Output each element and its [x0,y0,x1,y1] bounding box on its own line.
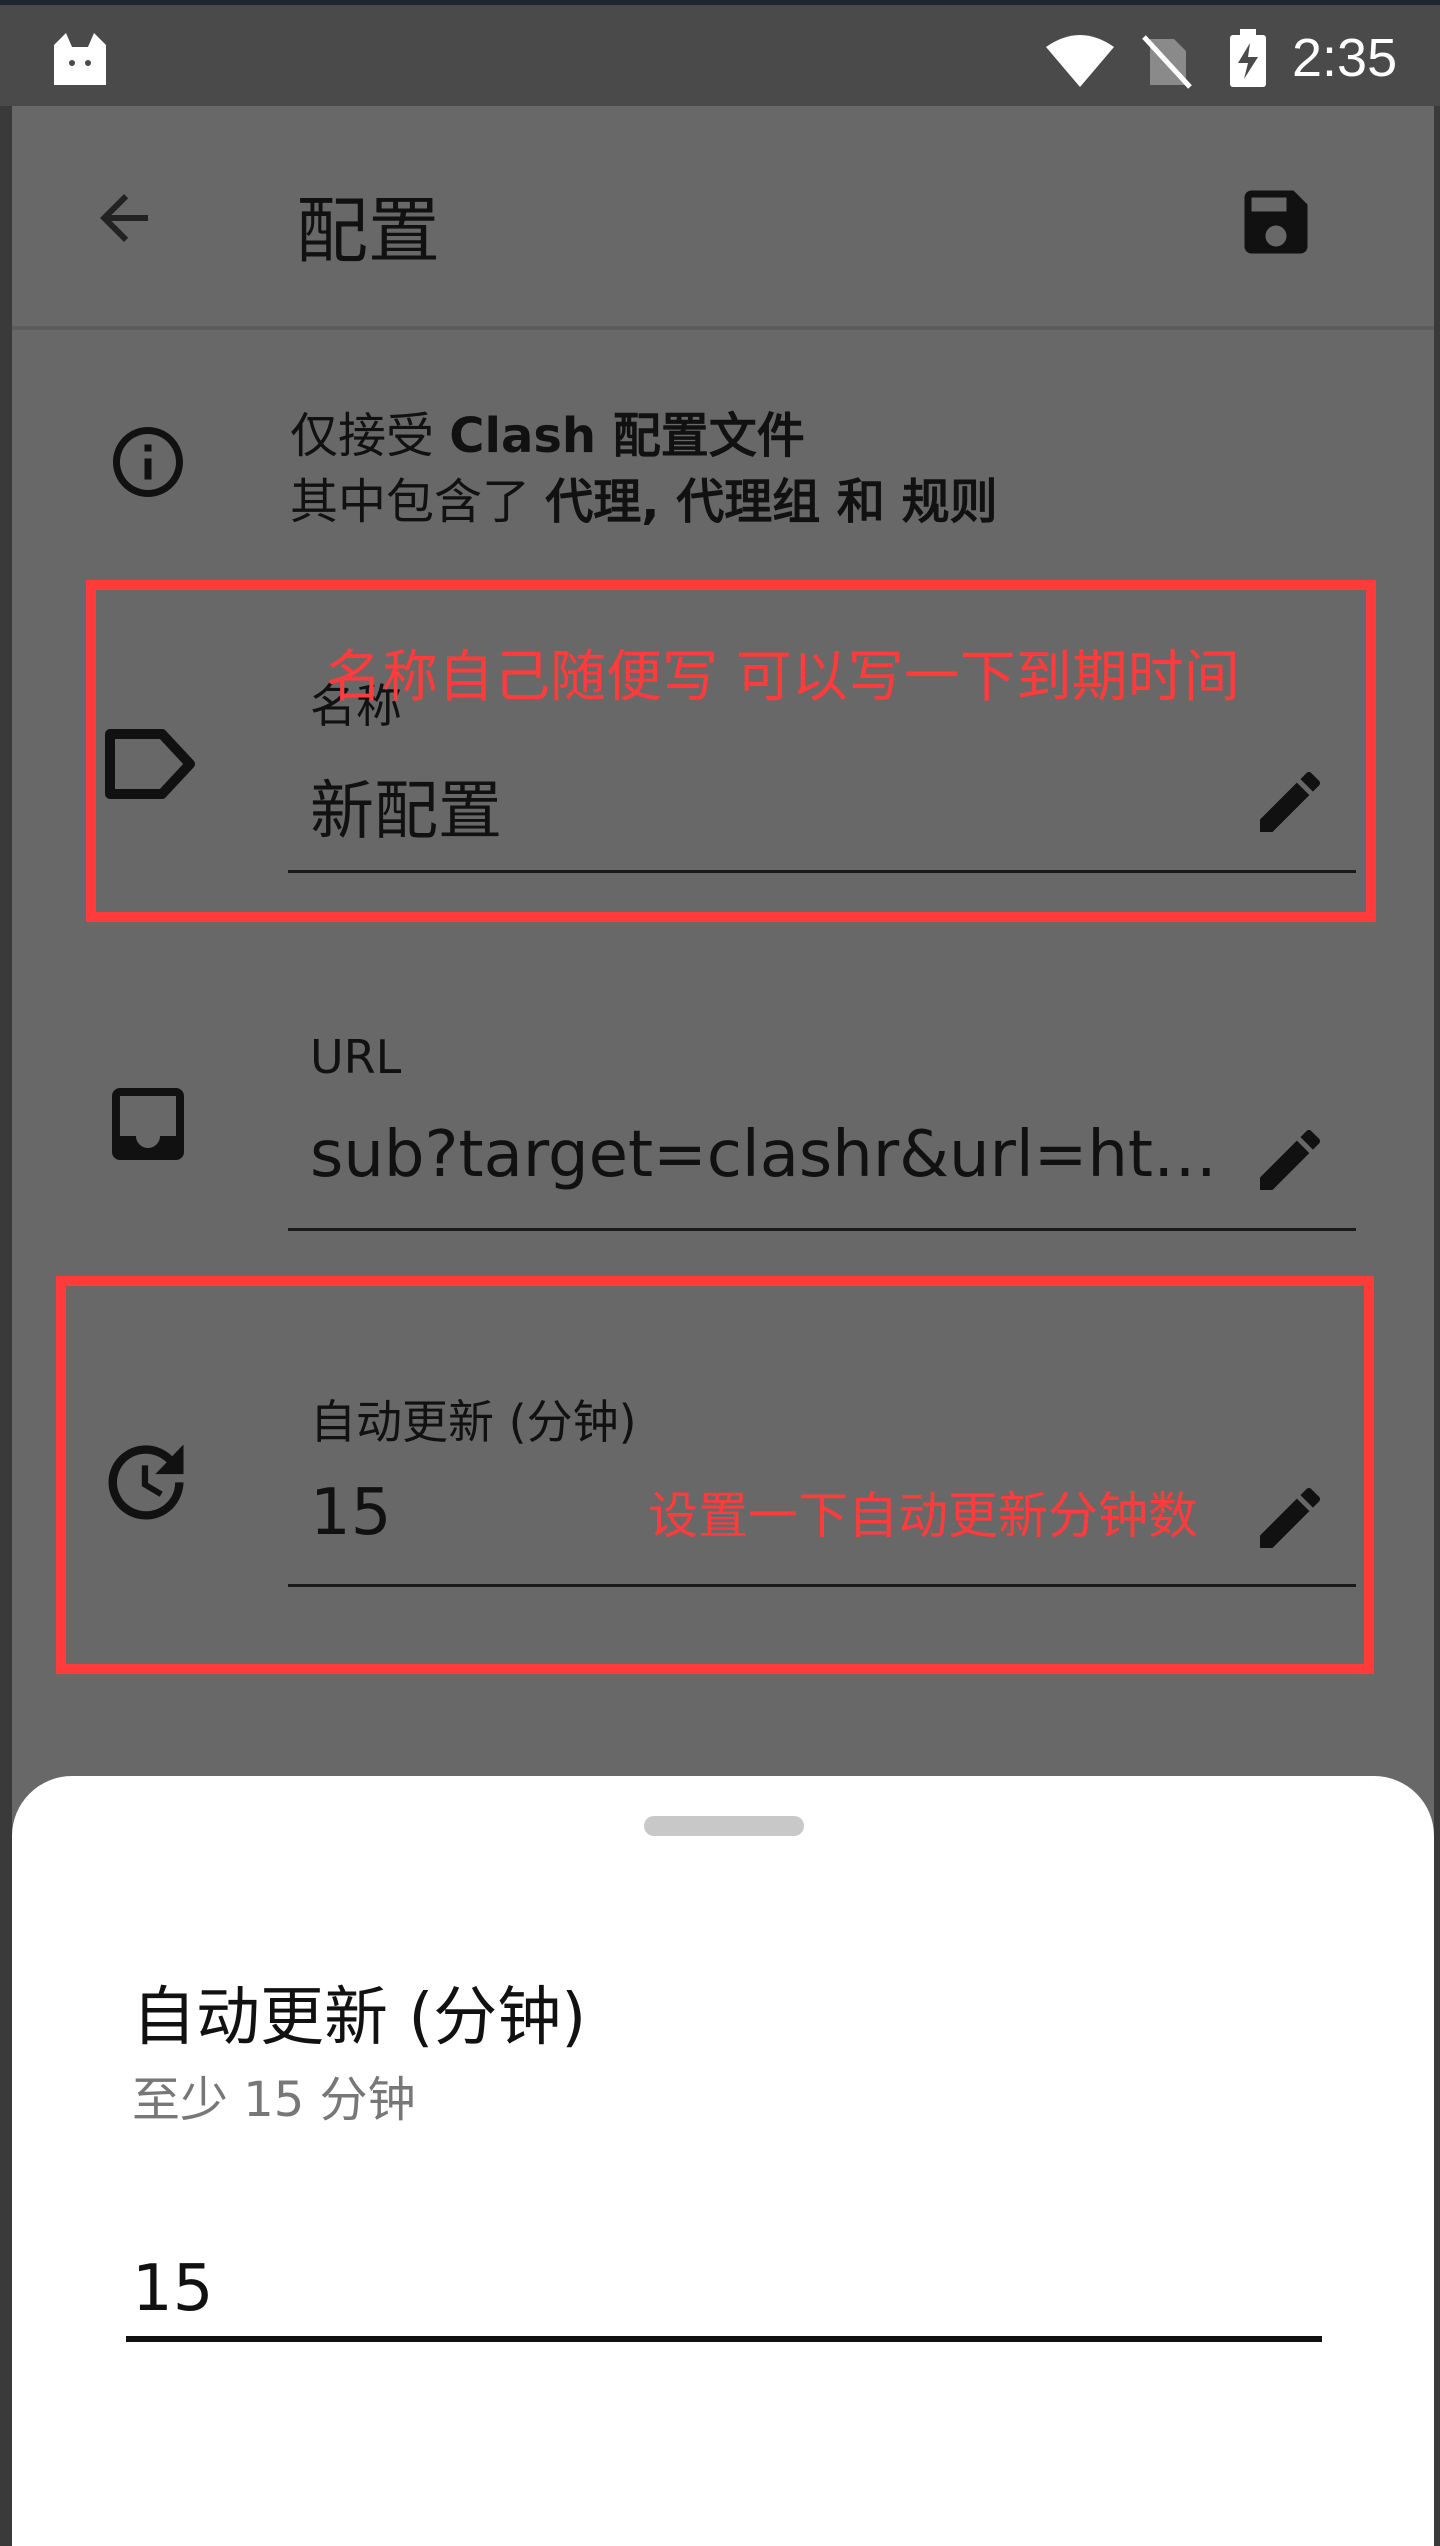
annotation-update-note: 设置一下自动更新分钟数 [648,1487,1198,1545]
annotation-box-update [56,1276,1374,1674]
url-field-label: URL [310,1030,402,1084]
info-text-line-2: 其中包含了 代理, 代理组 和 规则 [290,474,998,530]
cat-app-icon [54,33,106,85]
url-field-value[interactable]: sub?target=clashr&url=http… [310,1118,1230,1192]
page-title: 配置 [296,189,441,273]
screen: 2:35 配置 仅接受 Clash 配置文件 其中包含了 代理, 代理组 和 规… [0,0,1440,2546]
no-sim-icon [1142,35,1192,89]
annotation-name-note: 名称自己随便写 可以写一下到期时间 [326,645,1240,710]
info-icon [113,427,183,497]
status-bar: 2:35 [0,0,1440,106]
sheet-drag-handle[interactable] [644,1816,804,1836]
sheet-title: 自动更新 (分钟) [132,1981,587,2055]
arrow-back-icon[interactable] [88,182,160,254]
wifi-icon [1046,35,1114,87]
frame-edge-right [1434,106,1440,2546]
url-field-underline [288,1228,1356,1231]
pencil-icon[interactable] [1250,1120,1330,1200]
save-icon[interactable] [1234,180,1318,264]
bottom-sheet: 自动更新 (分钟) 至少 15 分钟 [12,1776,1434,2546]
battery-charging-icon [1230,29,1266,87]
status-time: 2:35 [1292,28,1398,88]
info-text-line-1: 仅接受 Clash 配置文件 [290,408,805,464]
frame-edge-left [0,106,12,2546]
sheet-subtitle: 至少 15 分钟 [132,2072,416,2128]
inbox-icon [112,1088,184,1160]
toolbar: 配置 [12,106,1434,330]
auto-update-minutes-input[interactable] [126,2242,1322,2342]
